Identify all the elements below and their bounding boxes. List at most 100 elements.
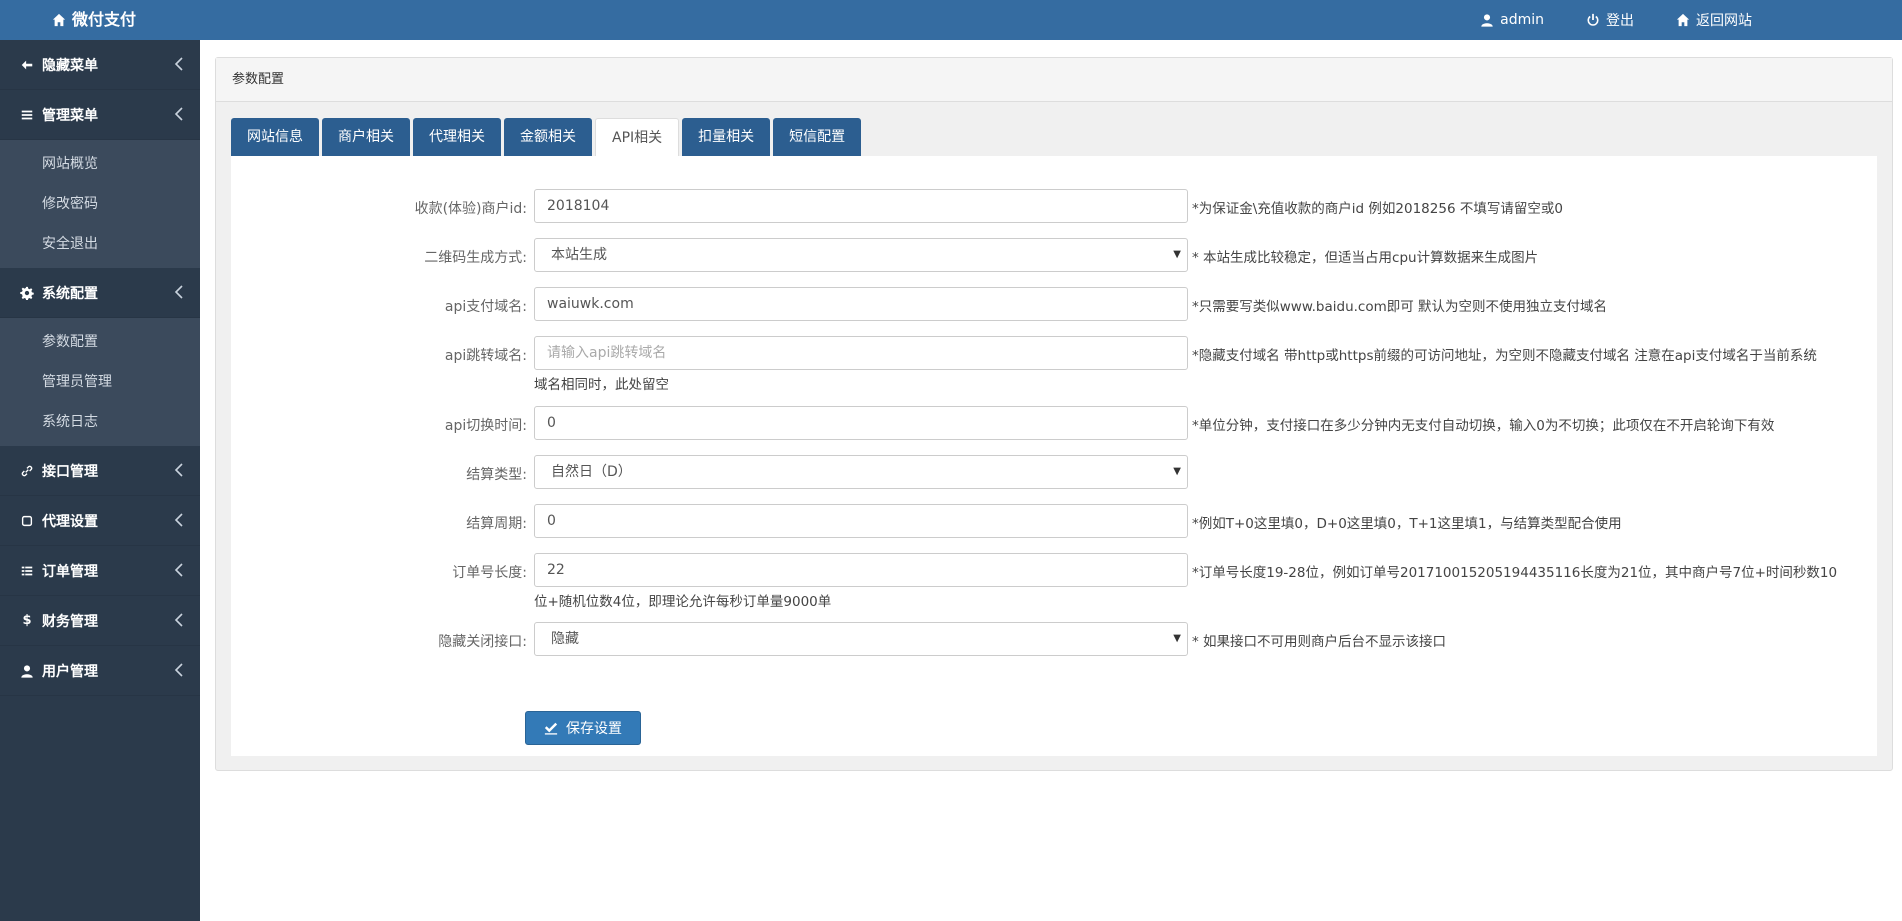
save-settings-button[interactable]: 保存设置 — [525, 711, 641, 745]
chevron-left-icon — [174, 663, 186, 677]
api-jump-domain-input[interactable]: 请输入api跳转域名 — [534, 336, 1188, 370]
order-length-hint: *订单号长度19-28位，例如订单号20171001520519443511​6… — [1192, 565, 1838, 581]
sidebar-item-label: 订单管理 — [42, 563, 98, 580]
api-domain-input[interactable]: waiuwk.com — [534, 287, 1188, 321]
user-menu-link[interactable]: admin — [1480, 12, 1544, 28]
sidebar-item-label: 管理菜单 — [42, 107, 98, 124]
sidebar-item-system-log[interactable]: 系统日志 — [0, 402, 200, 442]
menu-group-manage: 管理菜单 网站概览 修改密码 安全退出 — [0, 90, 200, 268]
square-icon — [20, 514, 34, 528]
chevron-left-icon — [174, 57, 186, 71]
qrcode-mode-select[interactable]: 本站生成 ▼ — [534, 238, 1188, 272]
sidebar-item-order-manage[interactable]: 订单管理 — [0, 546, 200, 596]
tab-merchant[interactable]: 商户相关 — [322, 118, 410, 156]
sidebar-item-label: 代理设置 — [42, 513, 98, 530]
list-icon — [20, 564, 34, 578]
sidebar-item-label: 系统配置 — [42, 285, 98, 302]
sidebar: 隐藏菜单 管理菜单 网站概览 修改密码 安全退出 系统配置 参数配置 管理员管理… — [0, 40, 200, 921]
settle-type-label: 结算类型: — [466, 467, 527, 483]
dollar-icon: $ — [22, 613, 32, 628]
merchant-id-label: 收款(体验)商户id: — [414, 201, 527, 217]
brand-name: 微付支付 — [72, 10, 137, 29]
hide-closed-hint: * 如果接口不可用则商户后台不显示该接口 — [1192, 634, 1447, 650]
merchant-id-hint: *为保证金\充值收款的商户id 例如2018256 不填写请留空或0 — [1192, 201, 1563, 217]
back-site-link[interactable]: 返回网站 — [1676, 10, 1752, 30]
sidebar-item-change-password[interactable]: 修改密码 — [0, 184, 200, 224]
config-panel: 参数配置 网站信息 商户相关 代理相关 金额相关 API相关 扣量相关 短信配置… — [215, 57, 1893, 771]
sidebar-item-param-config[interactable]: 参数配置 — [0, 322, 200, 362]
sidebar-item-admin-manage[interactable]: 管理员管理 — [0, 362, 200, 402]
hide-closed-label: 隐藏关闭接口: — [438, 634, 527, 650]
menu-group-interface: 接口管理 — [0, 446, 200, 496]
tab-amount[interactable]: 金额相关 — [504, 118, 592, 156]
user-icon — [1480, 13, 1494, 27]
tab-agent[interactable]: 代理相关 — [413, 118, 501, 156]
top-nav-links: admin 登出 返回网站 — [1480, 0, 1752, 40]
api-jump-domain-hint-cont: 域名相同时，此处留空 — [534, 377, 669, 393]
order-length-hint-cont: 位+随机位数4位，即理论允许每秒订单量9000单 — [534, 594, 832, 610]
power-icon — [1586, 13, 1600, 27]
qrcode-mode-hint: * 本站生成比较稳定，但适当占用cpu计算数据来生成图片 — [1192, 250, 1539, 266]
settle-type-select[interactable]: 自然日（D） ▼ — [534, 455, 1188, 489]
dropdown-arrow-icon: ▼ — [1173, 633, 1181, 644]
api-jump-domain-hint: *隐藏支付域名 带http或https前缀的可访问地址，为空则不隐藏支付域名 注… — [1192, 348, 1817, 364]
tab-api[interactable]: API相关 — [595, 118, 680, 156]
api-switch-time-hint: *单位分钟，支付接口在多少分钟内无支付自动切换，输入0为不切换；此项仅在不开启轮… — [1192, 418, 1775, 434]
panel-title: 参数配置 — [216, 58, 1892, 102]
api-domain-hint: *只需要写类似www.baidu.com即可 默认为空则不使用独立支付域名 — [1192, 299, 1608, 315]
sidebar-item-site-overview[interactable]: 网站概览 — [0, 144, 200, 184]
sidebar-item-manage-menu[interactable]: 管理菜单 — [0, 90, 200, 140]
chevron-left-icon — [174, 463, 186, 477]
sidebar-item-label: 隐藏菜单 — [42, 57, 98, 74]
order-length-label: 订单号长度: — [452, 565, 527, 581]
api-jump-domain-label: api跳转域名: — [444, 348, 527, 364]
user-name: admin — [1500, 12, 1544, 28]
order-length-input[interactable]: 22 — [534, 553, 1188, 587]
back-site-label: 返回网站 — [1696, 13, 1752, 29]
home-icon — [52, 13, 66, 27]
tab-deduction[interactable]: 扣量相关 — [682, 118, 771, 156]
settle-type-value: 自然日（D） — [551, 464, 632, 480]
logout-label: 登出 — [1606, 13, 1634, 29]
sidebar-item-interface-manage[interactable]: 接口管理 — [0, 446, 200, 496]
sidebar-item-label: 接口管理 — [42, 463, 98, 480]
menu-group-finance: $ 财务管理 — [0, 596, 200, 646]
settle-period-hint: *例如T+0这里填0，D+0这里填0，T+1这里填1，与结算类型配合使用 — [1192, 516, 1622, 532]
sidebar-item-label: 用户管理 — [42, 663, 98, 680]
save-settings-label: 保存设置 — [566, 721, 622, 737]
tab-sms[interactable]: 短信配置 — [773, 118, 862, 156]
dropdown-arrow-icon: ▼ — [1173, 249, 1181, 260]
sidebar-item-user-manage[interactable]: 用户管理 — [0, 646, 200, 696]
sidebar-item-safe-exit[interactable]: 安全退出 — [0, 224, 200, 264]
brand[interactable]: 微付支付 — [52, 0, 136, 40]
config-tabs: 网站信息 商户相关 代理相关 金额相关 API相关 扣量相关 短信配置 — [231, 118, 862, 156]
qrcode-mode-label: 二维码生成方式: — [424, 250, 527, 266]
menu-group-order: 订单管理 — [0, 546, 200, 596]
menu-group-system: 系统配置 参数配置 管理员管理 系统日志 — [0, 268, 200, 446]
sidebar-item-hide-menu[interactable]: 隐藏菜单 — [0, 40, 200, 90]
sidebar-item-agent-settings[interactable]: 代理设置 — [0, 496, 200, 546]
chevron-left-icon — [174, 285, 186, 299]
chevron-left-icon — [174, 563, 186, 577]
list-icon — [20, 108, 34, 122]
api-switch-time-input[interactable]: 0 — [534, 406, 1188, 440]
submenu-manage: 网站概览 修改密码 安全退出 — [0, 140, 200, 268]
menu-group-user: 用户管理 — [0, 646, 200, 696]
dropdown-arrow-icon: ▼ — [1173, 466, 1181, 477]
merchant-id-input[interactable]: 2018104 — [534, 189, 1188, 223]
check-icon — [544, 722, 558, 735]
user-icon — [20, 664, 34, 678]
api-settings-form: 收款(体验)商户id: 2018104 *为保证金\充值收款的商户id 例如20… — [231, 156, 1877, 756]
tab-site-info[interactable]: 网站信息 — [231, 118, 319, 156]
menu-group-agent: 代理设置 — [0, 496, 200, 546]
settle-period-input[interactable]: 0 — [534, 504, 1188, 538]
hide-closed-select[interactable]: 隐藏 ▼ — [534, 622, 1188, 656]
sidebar-item-finance-manage[interactable]: $ 财务管理 — [0, 596, 200, 646]
settle-period-label: 结算周期: — [466, 516, 527, 532]
link-icon — [20, 464, 34, 478]
chevron-left-icon — [174, 613, 186, 627]
home-icon — [1676, 13, 1690, 27]
sidebar-item-system-config[interactable]: 系统配置 — [0, 268, 200, 318]
hide-closed-value: 隐藏 — [551, 631, 579, 647]
logout-link[interactable]: 登出 — [1586, 10, 1634, 30]
